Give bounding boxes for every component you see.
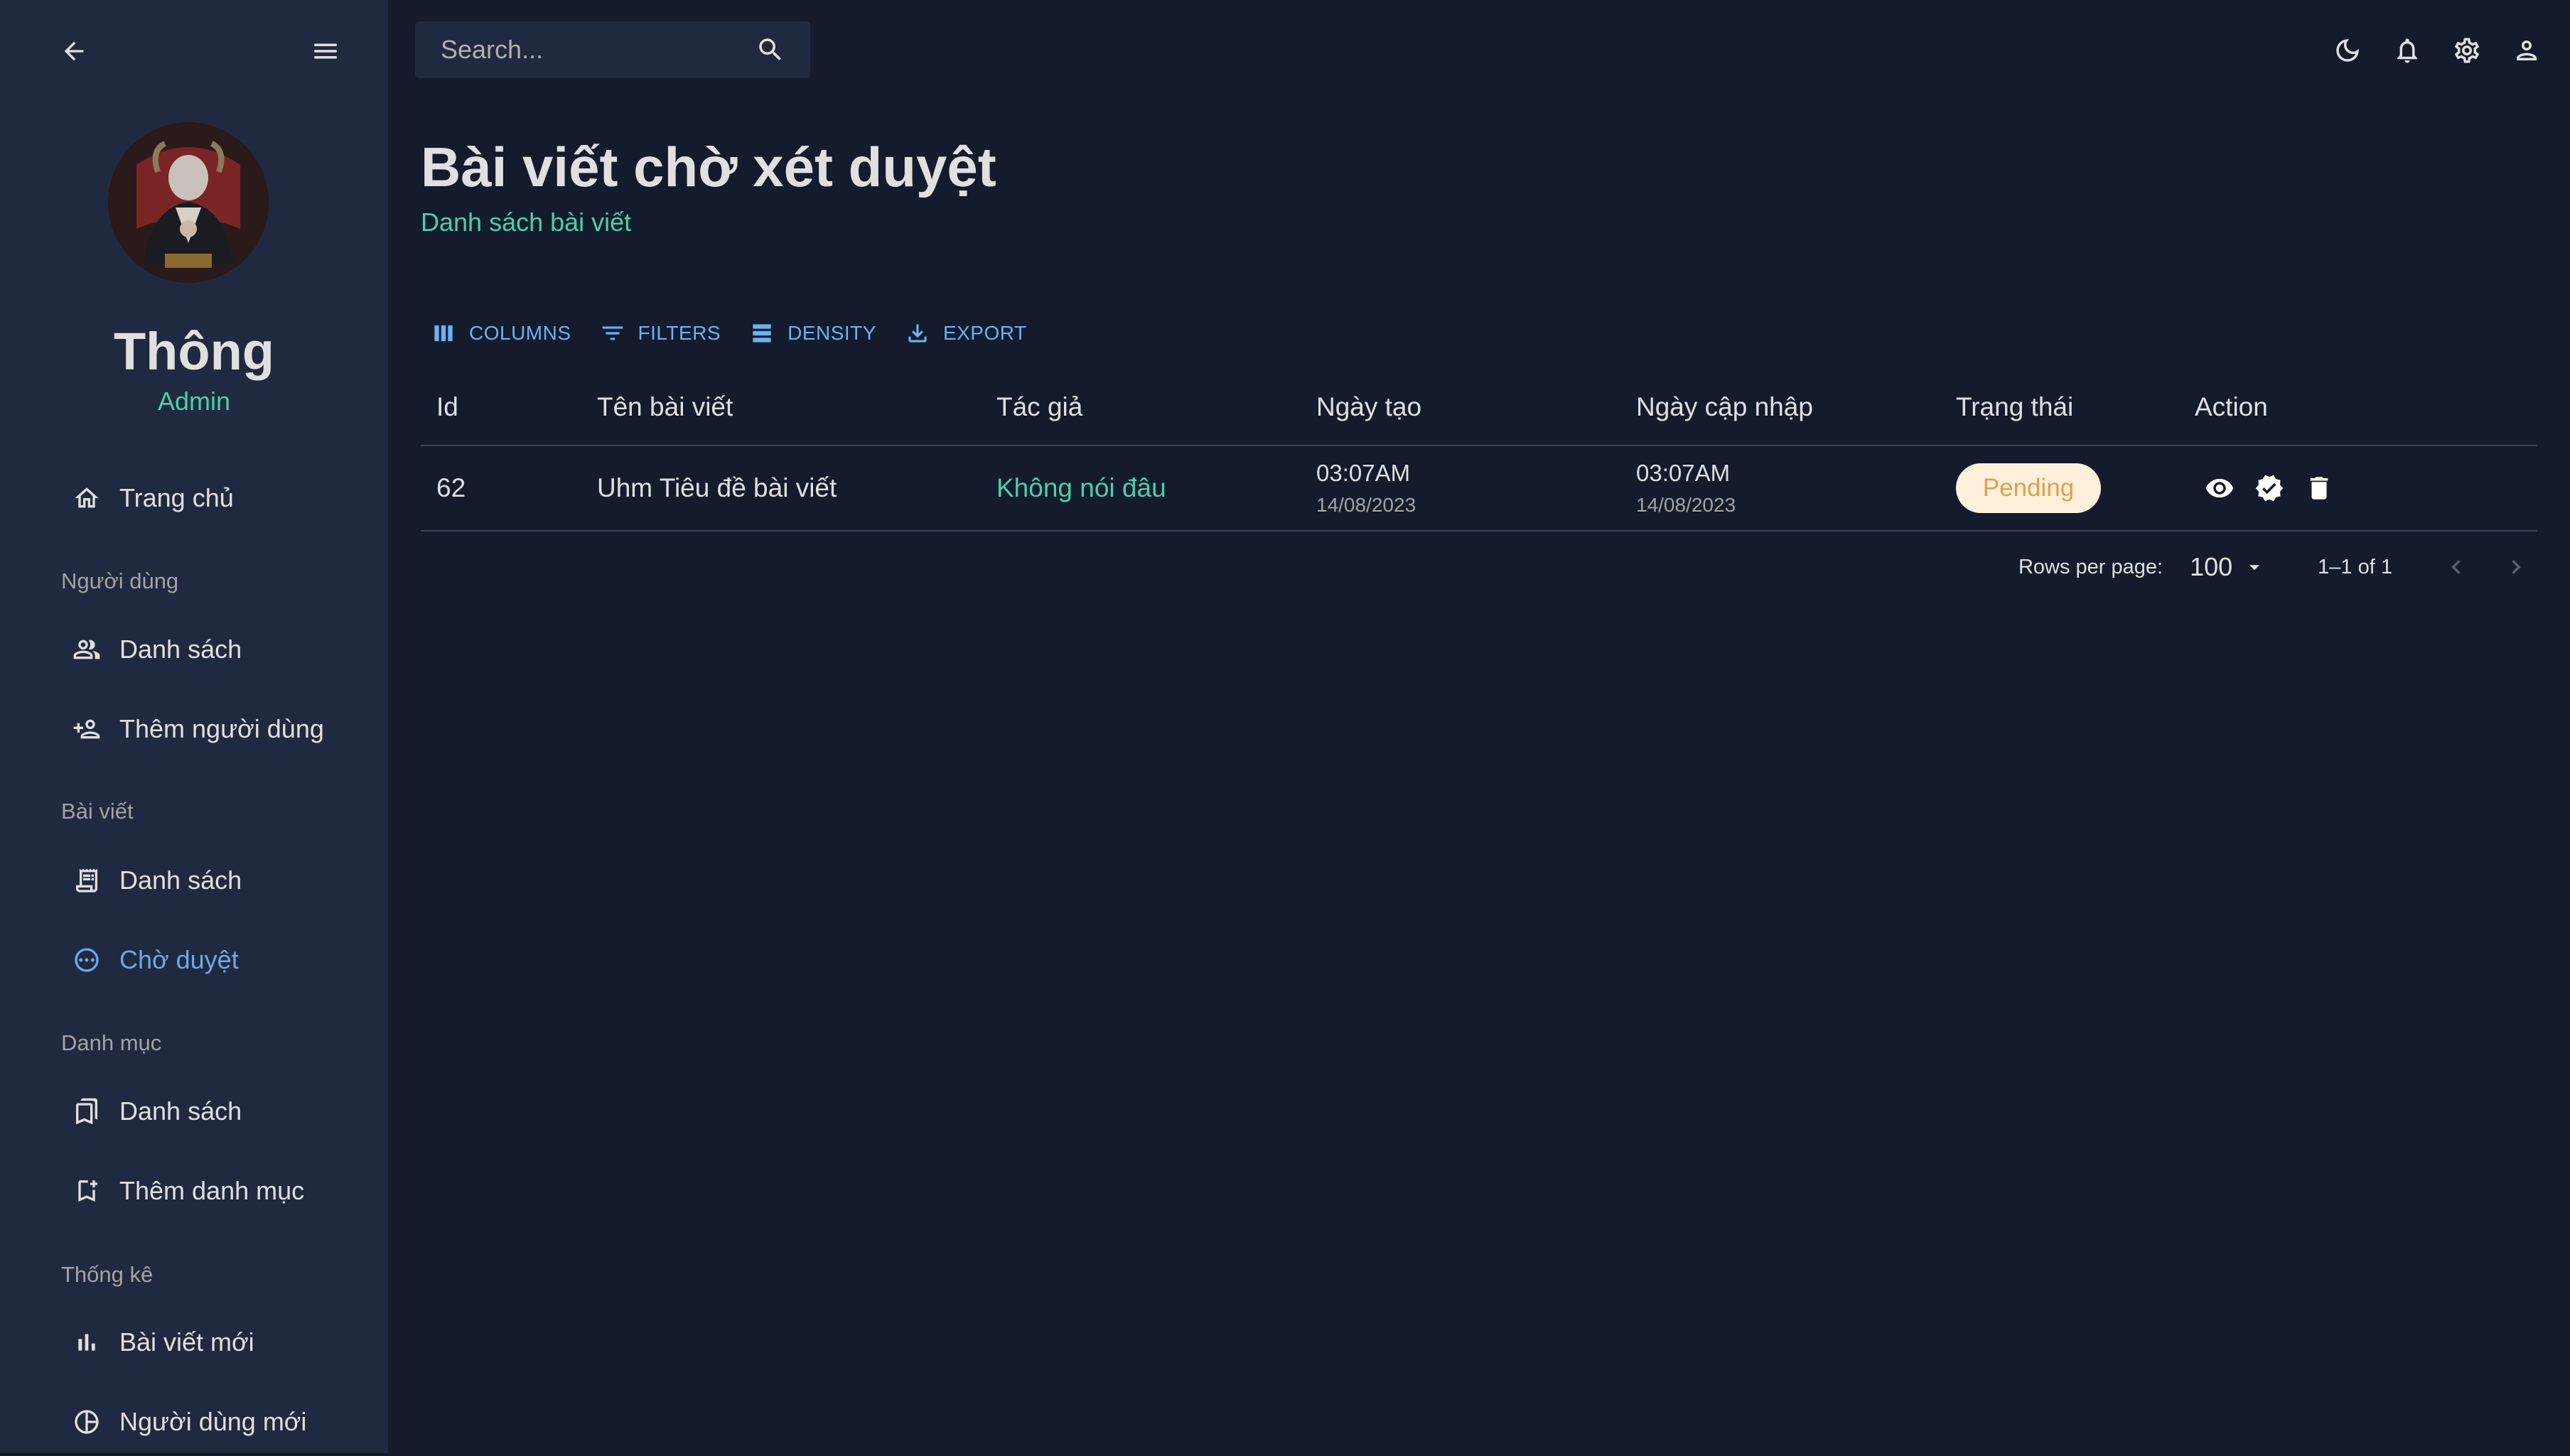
back-arrow-icon[interactable] (54, 31, 94, 71)
column-header-status[interactable]: Trạng thái (1956, 370, 2073, 445)
user-role: Admin (157, 387, 231, 416)
section-stats: Thống kê (61, 1262, 154, 1287)
pagination-range: 1–1 of 1 (2318, 555, 2392, 578)
columns-button[interactable]: COLUMNS (429, 317, 571, 350)
people-icon (61, 621, 118, 678)
menu-icon[interactable] (306, 31, 345, 71)
bookmark-add-icon (61, 1163, 118, 1219)
next-page-icon[interactable] (2495, 546, 2537, 588)
pie-chart-icon (61, 1393, 118, 1450)
data-grid: Id Tên bài viết Tác giả Ngày tạo Ngày cậ… (421, 370, 2537, 532)
page-title: Bài viết chờ xét duyệt (421, 136, 996, 198)
sidebar-item-label: Chờ duyệt (119, 945, 239, 974)
filters-button[interactable]: FILTERS (598, 317, 721, 350)
column-header-action[interactable]: Action (2195, 370, 2268, 445)
cell-title: Uhm Tiêu đề bài viết (597, 473, 837, 502)
cell-id: 62 (436, 473, 466, 502)
chevron-down-icon (2242, 555, 2267, 579)
bar-chart-icon (61, 1314, 118, 1371)
cell-author: Không nói đâu (996, 473, 1166, 502)
download-icon (903, 319, 932, 347)
pagination: Rows per page: 100 1–1 of 1 (2018, 546, 2537, 588)
sidebar-item-label: Thêm người dùng (119, 714, 324, 743)
sidebar-item-home[interactable]: Trang chủ (61, 464, 360, 532)
person-add-icon (61, 701, 118, 757)
density-label: DENSITY (787, 322, 876, 344)
search-icon[interactable] (753, 33, 787, 67)
sidebar-item-label: Thêm danh mục (119, 1176, 305, 1205)
sidebar-item-pending[interactable]: Chờ duyệt (61, 926, 360, 994)
section-categories: Danh mục (61, 1030, 162, 1055)
sidebar-item-posts-list[interactable]: Danh sách (61, 846, 360, 915)
cell-updated: 03:07AM 14/08/2023 (1636, 446, 1736, 530)
sidebar-item-label: Trang chủ (119, 483, 234, 512)
rows-per-page-select[interactable]: 100 (2190, 552, 2267, 582)
view-icon[interactable] (2205, 473, 2235, 503)
columns-label: COLUMNS (469, 322, 571, 344)
prev-page-icon[interactable] (2435, 546, 2478, 588)
created-time: 03:07AM (1316, 460, 1411, 486)
rows-per-page-label: Rows per page: (2018, 555, 2163, 578)
dark-mode-icon[interactable] (2326, 28, 2370, 72)
pending-icon (61, 932, 118, 988)
notifications-icon[interactable] (2385, 28, 2429, 72)
sidebar-item-label: Danh sách (119, 1096, 242, 1126)
table-row[interactable]: 62 Uhm Tiêu đề bài viết Không nói đâu 03… (421, 446, 2537, 532)
table-header: Id Tên bài viết Tác giả Ngày tạo Ngày cậ… (421, 370, 2537, 446)
cell-actions (2195, 446, 2334, 530)
columns-icon (429, 319, 458, 347)
settings-icon[interactable] (2445, 28, 2489, 72)
search-input[interactable] (439, 34, 741, 65)
sidebar-item-label: Danh sách (119, 635, 242, 664)
column-header-title[interactable]: Tên bài viết (597, 370, 733, 445)
sidebar-item-new-users[interactable]: Người dùng mới (61, 1388, 360, 1456)
rows-per-page-value: 100 (2190, 552, 2233, 581)
column-header-created[interactable]: Ngày tạo (1316, 370, 1421, 445)
sidebar-item-add-category[interactable]: Thêm danh mục (61, 1157, 360, 1225)
home-icon (61, 470, 118, 527)
density-icon (748, 319, 776, 347)
user-name: Thông (113, 322, 274, 381)
sidebar-item-users-list[interactable]: Danh sách (61, 615, 360, 684)
sidebar: Thông Admin Trang chủ Người dùng Danh sá… (0, 0, 388, 1453)
search-bar (415, 21, 810, 78)
approve-icon[interactable] (2254, 473, 2284, 503)
cell-status: Pending (1956, 446, 2101, 530)
section-posts: Bài viết (61, 799, 134, 824)
grid-toolbar: COLUMNS FILTERS DENSITY EXPORT (429, 317, 1054, 350)
column-header-updated[interactable]: Ngày cập nhập (1636, 370, 1813, 445)
section-users: Người dùng (61, 568, 179, 593)
avatar (108, 122, 269, 283)
sidebar-item-new-posts[interactable]: Bài viết mới (61, 1308, 360, 1376)
sidebar-item-label: Bài viết mới (119, 1327, 254, 1357)
column-header-author[interactable]: Tác giả (996, 370, 1082, 445)
receipt-icon (61, 852, 118, 909)
density-button[interactable]: DENSITY (748, 317, 876, 350)
filters-label: FILTERS (638, 322, 721, 344)
column-header-id[interactable]: Id (436, 370, 458, 445)
person-icon[interactable] (2505, 28, 2549, 72)
bookmarks-icon (61, 1083, 118, 1140)
top-icons (2326, 28, 2549, 72)
sidebar-item-label: Người dùng mới (119, 1407, 307, 1436)
export-button[interactable]: EXPORT (903, 317, 1027, 350)
cell-created: 03:07AM 14/08/2023 (1316, 446, 1416, 530)
sidebar-item-add-user[interactable]: Thêm người dùng (61, 695, 360, 763)
delete-icon[interactable] (2304, 473, 2334, 503)
sidebar-item-categories-list[interactable]: Danh sách (61, 1077, 360, 1145)
status-badge: Pending (1956, 463, 2101, 513)
updated-date: 14/08/2023 (1636, 494, 1736, 516)
page-subtitle: Danh sách bài viết (421, 207, 632, 237)
created-date: 14/08/2023 (1316, 494, 1416, 516)
updated-time: 03:07AM (1636, 460, 1731, 486)
sidebar-item-label: Danh sách (119, 865, 242, 895)
export-label: EXPORT (942, 322, 1027, 344)
filter-icon (598, 319, 627, 347)
